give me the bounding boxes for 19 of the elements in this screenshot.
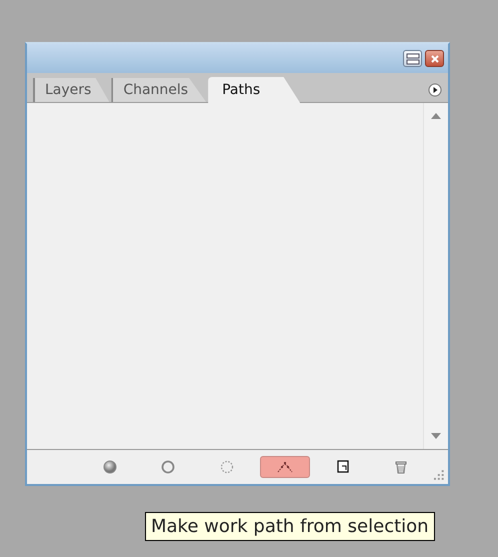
panel-menu-button[interactable] — [428, 83, 442, 97]
minimize-icon — [406, 52, 420, 64]
tooltip: Make work path from selection — [145, 512, 435, 541]
path-nodes-icon — [276, 459, 293, 475]
tab[interactable]: Paths — [208, 77, 300, 103]
close-button[interactable] — [425, 50, 444, 67]
work-path-button[interactable] — [260, 456, 310, 478]
trash-icon — [393, 459, 410, 475]
resize-grip-icon[interactable] — [434, 470, 444, 480]
scroll-down-icon[interactable] — [431, 433, 441, 439]
new-page-icon — [335, 459, 352, 475]
dotted-circle-icon — [218, 459, 235, 475]
minimize-button[interactable] — [403, 50, 422, 67]
scroll-up-icon[interactable] — [431, 113, 441, 119]
tab[interactable]: Channels — [111, 78, 206, 102]
stroke-path-icon — [160, 459, 176, 475]
tab[interactable]: Layers — [33, 78, 110, 102]
fill-path-icon — [102, 459, 118, 475]
close-icon — [430, 54, 440, 64]
